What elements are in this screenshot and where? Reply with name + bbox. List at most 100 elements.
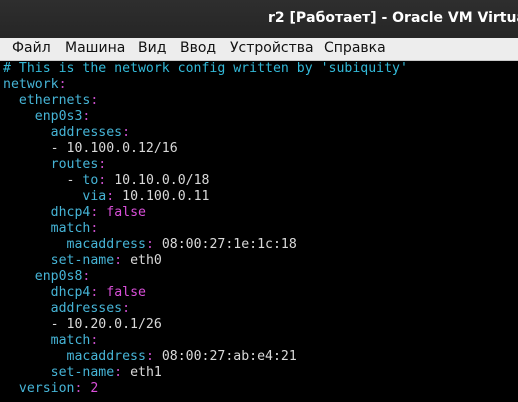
routes-key: routes <box>3 157 99 172</box>
version-key-text: version <box>18 381 75 396</box>
colon: : <box>90 333 99 348</box>
iface1-name: enp0s3 <box>3 109 83 124</box>
iface1-line: enp0s3: <box>3 109 91 125</box>
colon: : <box>145 349 154 364</box>
iface2-line: enp0s8: <box>3 269 91 285</box>
colon: : <box>90 93 99 108</box>
iface2-name: enp0s8 <box>3 269 83 284</box>
macaddress-key: macaddress <box>3 237 146 252</box>
set-name-value-text: eth0 <box>130 253 162 268</box>
virtualbox-window: r2 [Работает] - Oracle VM VirtualBox Фай… <box>0 0 518 402</box>
version-line: version: 2 <box>3 381 98 397</box>
colon: : <box>122 125 131 140</box>
colon: : <box>58 77 67 92</box>
vm-console[interactable]: # This is the network config written by … <box>0 61 518 402</box>
macaddress-value-text: 08:00:27:ab:e4:21 <box>161 349 297 364</box>
colon: : <box>145 237 154 252</box>
match-key: match <box>3 333 91 348</box>
list-dash: - <box>3 141 67 156</box>
colon: : <box>82 269 91 284</box>
via-key: via <box>3 189 106 204</box>
window-title: r2 [Работает] - Oracle VM VirtualBox <box>268 10 518 26</box>
route-to-value: 10.10.0.0/18 <box>106 173 209 188</box>
menu-view[interactable]: Вид <box>138 40 166 56</box>
ethernets-key: ethernets <box>3 93 90 108</box>
network-key: network <box>3 77 59 92</box>
macaddress-key: macaddress <box>3 349 146 364</box>
iface1-addresses-line: addresses: <box>3 125 130 141</box>
macaddress-key-text: macaddress <box>66 349 146 364</box>
addresses-key-text: addresses <box>50 301 123 316</box>
route-via-text: 10.100.0.11 <box>122 189 210 204</box>
version-value-text: 2 <box>90 381 99 396</box>
list-dash: - <box>3 173 83 188</box>
set-name-key: set-name <box>3 253 115 268</box>
macaddress-value-text: 08:00:27:1e:1c:18 <box>161 237 297 252</box>
dhcp4-value: false <box>98 205 146 220</box>
ethernets-key-text: ethernets <box>18 93 91 108</box>
iface1-name-text: enp0s3 <box>34 109 83 124</box>
colon: : <box>114 253 123 268</box>
window-titlebar[interactable]: r2 [Работает] - Oracle VM VirtualBox <box>0 0 518 38</box>
set-name-value: eth0 <box>122 253 162 268</box>
iface1-routes-line: routes: <box>3 157 107 173</box>
dhcp4-key-text: dhcp4 <box>50 285 91 300</box>
routes-key-text: routes <box>50 157 99 172</box>
iface1-address-value: 10.100.0.12/16 <box>66 141 178 156</box>
menu-input[interactable]: Ввод <box>180 40 216 56</box>
set-name-value-text: eth1 <box>130 365 162 380</box>
menu-help[interactable]: Справка <box>324 40 386 56</box>
iface1-setname-line: set-name: eth0 <box>3 253 162 269</box>
addresses-key: addresses <box>3 301 122 316</box>
colon: : <box>122 301 131 316</box>
menu-bar: Файл Машина Вид Ввод Устройства Справка <box>0 38 518 61</box>
macaddress-value: 08:00:27:ab:e4:21 <box>154 349 297 364</box>
iface1-address-line: - 10.100.0.12/16 <box>3 141 178 157</box>
menu-devices[interactable]: Устройства <box>230 40 314 56</box>
iface2-addresses-line: addresses: <box>3 301 130 317</box>
comment-line: # This is the network config written by … <box>3 61 408 77</box>
set-name-key-text: set-name <box>50 253 115 268</box>
iface2-name-text: enp0s8 <box>34 269 83 284</box>
route-to-text: 10.10.0.0/18 <box>114 173 210 188</box>
comment-text: # This is the network config written by … <box>3 61 408 76</box>
iface1-mac-line: macaddress: 08:00:27:1e:1c:18 <box>3 237 297 253</box>
iface1-route-to-line: - to: 10.10.0.0/18 <box>3 173 210 189</box>
via-key-text: via <box>82 189 107 204</box>
macaddress-key-text: macaddress <box>66 237 146 252</box>
iface2-dhcp4-line: dhcp4: false <box>3 285 146 301</box>
network-line: network: <box>3 77 67 93</box>
dhcp4-key: dhcp4 <box>3 285 91 300</box>
iface2-match-line: match: <box>3 333 99 349</box>
dhcp4-key-text: dhcp4 <box>50 205 91 220</box>
dhcp4-value: false <box>98 285 146 300</box>
iface2-address-value: 10.20.0.1/26 <box>66 317 162 332</box>
set-name-value: eth1 <box>122 365 162 380</box>
addresses-key-text: addresses <box>50 125 123 140</box>
iface2-setname-line: set-name: eth1 <box>3 365 162 381</box>
iface2-mac-line: macaddress: 08:00:27:ab:e4:21 <box>3 349 297 365</box>
match-key: match <box>3 221 91 236</box>
list-dash: - <box>3 317 67 332</box>
colon: : <box>90 221 99 236</box>
menu-file[interactable]: Файл <box>12 40 51 56</box>
colon: : <box>98 157 107 172</box>
macaddress-value: 08:00:27:1e:1c:18 <box>154 237 297 252</box>
iface1-dhcp4-line: dhcp4: false <box>3 205 146 221</box>
dhcp4-value-text: false <box>106 285 146 300</box>
to-key: to <box>82 173 99 188</box>
route-via-value: 10.100.0.11 <box>114 189 209 204</box>
match-key-text: match <box>50 333 91 348</box>
colon: : <box>82 109 91 124</box>
iface2-address-line: - 10.20.0.1/26 <box>3 317 162 333</box>
version-value: 2 <box>82 381 98 396</box>
iface1-match-line: match: <box>3 221 99 237</box>
iface1-route-via-line: via: 10.100.0.11 <box>3 189 209 205</box>
menu-machine[interactable]: Машина <box>65 40 125 56</box>
colon: : <box>106 189 115 204</box>
addresses-key: addresses <box>3 125 122 140</box>
version-key: version <box>3 381 75 396</box>
dhcp4-key: dhcp4 <box>3 205 91 220</box>
set-name-key-text: set-name <box>50 365 115 380</box>
match-key-text: match <box>50 221 91 236</box>
